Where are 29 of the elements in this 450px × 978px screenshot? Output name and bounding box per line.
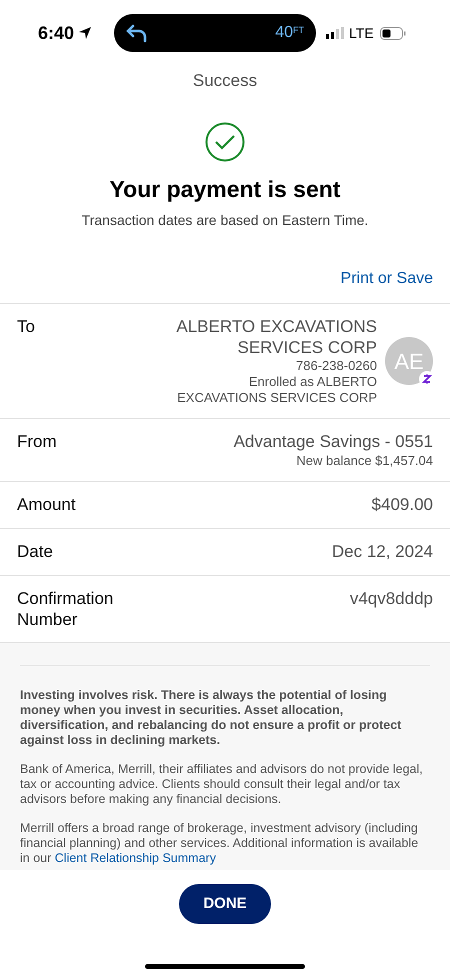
- check-circle-icon: [205, 122, 245, 162]
- distance-reading: 40$^{FT}$: [275, 23, 304, 43]
- detail-label: To: [17, 316, 36, 337]
- summary-link[interactable]: Client Relationship Summary: [54, 851, 216, 865]
- done-button[interactable]: DONE: [179, 884, 271, 924]
- clock: 6:40: [38, 22, 74, 44]
- detail-label: From: [17, 431, 58, 452]
- detail-value: $409.00: [372, 494, 433, 516]
- detail-note: Enrolled as ALBERTO EXCAVATIONS SERVICES CORP: [176, 374, 377, 406]
- detail-note: New balance $1,457.04: [296, 453, 433, 469]
- signal-icon: [326, 27, 344, 39]
- confirmation-subtitle: Transaction dates are based on Eastern Time.: [80, 211, 370, 230]
- disclosure-paragraph: Merrill offers a broad range of brokerage, investment advisory (including financial planning) and other services. Additional information is available in our Client Relationship Summary: [20, 821, 420, 866]
- disclosure-paragraph: Investing involves risk. There is always the potential of losing money when you invest in securities. Asset allocation, diversification, and rebalancing do not ensure a profit or protect against loss in declining markets.: [20, 688, 402, 748]
- recipient-name: ALBERTO EXCAVATIONS SERVICES CORP: [175, 316, 377, 358]
- battery-icon: [380, 26, 406, 40]
- disclosure-paragraph: Bank of America, Merrill, their affiliates and advisors do not provide legal, tax or accounting advice. Clients should consult their legal and/or tax advisors before making any financial decisions.: [20, 762, 424, 807]
- detail-value: Dec 12, 2024: [332, 541, 433, 563]
- network-label: LTE: [349, 24, 374, 42]
- detail-label: Date: [17, 541, 54, 562]
- confirmation-heading: Your payment is sent: [108, 174, 342, 204]
- detail-label: Confirmation Number: [17, 588, 114, 630]
- detail-value: v4qv8dddp: [350, 588, 433, 610]
- detail-value: Advantage Savings - 0551: [234, 431, 433, 453]
- screen-title: Success: [192, 70, 258, 92]
- detail-note: 786-238-0260: [296, 358, 377, 374]
- detail-label: Amount: [17, 494, 77, 515]
- print-link[interactable]: Print or Save: [340, 267, 433, 291]
- location-icon: [78, 26, 92, 40]
